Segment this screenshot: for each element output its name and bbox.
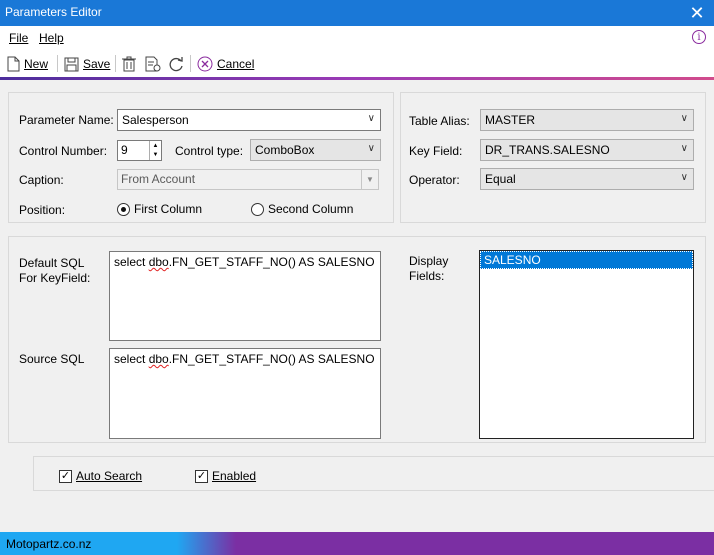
toolbar-separator bbox=[115, 55, 116, 72]
default-sql-label-line1: Default SQL bbox=[19, 256, 85, 270]
default-sql-dbo: dbo bbox=[148, 255, 169, 269]
status-bar: Motopartz.co.nz bbox=[0, 532, 714, 555]
source-sql-dbo: dbo bbox=[148, 352, 169, 366]
save-icon bbox=[64, 57, 79, 71]
control-type-select[interactable]: ComboBox ∨ bbox=[250, 139, 381, 161]
source-sql-label: Source SQL bbox=[19, 352, 85, 366]
list-item[interactable]: SALESNO bbox=[480, 251, 693, 269]
cancel-icon bbox=[197, 56, 213, 72]
menu-bar: File Help i bbox=[0, 26, 714, 50]
second-column-label: Second Column bbox=[268, 202, 354, 216]
operator-select[interactable]: Equal ∨ bbox=[480, 168, 694, 190]
chevron-down-icon: ∨ bbox=[680, 143, 688, 154]
save-label: Save bbox=[83, 57, 111, 71]
radio-selected-icon bbox=[117, 202, 130, 216]
control-type-value: ComboBox bbox=[255, 143, 315, 157]
position-label: Position: bbox=[19, 203, 66, 217]
spin-buttons[interactable]: ▲ ▼ bbox=[149, 141, 161, 160]
first-column-label: First Column bbox=[134, 202, 203, 216]
enabled-label: Enabled bbox=[212, 469, 257, 483]
key-field-label: Key Field: bbox=[409, 144, 463, 158]
info-icon[interactable]: i bbox=[692, 30, 706, 44]
default-sql-label-line2: For KeyField: bbox=[19, 271, 91, 285]
menu-file[interactable]: File bbox=[9, 31, 28, 45]
second-column-radio[interactable]: Second Column bbox=[251, 202, 353, 216]
default-sql-textarea[interactable]: select dbo.FN_GET_STAFF_NO() AS SALESNO bbox=[109, 251, 381, 341]
key-field-value: DR_TRANS.SALESNO bbox=[485, 143, 610, 157]
save-button[interactable]: Save bbox=[64, 54, 110, 74]
control-number-value: 9 bbox=[121, 143, 128, 157]
close-icon[interactable]: ✕ bbox=[680, 0, 714, 26]
display-fields-label-line1: Display bbox=[409, 254, 449, 268]
radio-unselected-icon bbox=[251, 202, 264, 216]
auto-search-checkbox[interactable]: ✓ Auto Search bbox=[59, 469, 142, 483]
checkmark-icon: ✓ bbox=[195, 469, 208, 483]
display-fields-label-line2: Fields: bbox=[409, 269, 445, 283]
delete-button[interactable] bbox=[122, 54, 136, 74]
display-fields-list[interactable]: SALESNO bbox=[479, 250, 694, 439]
menu-file-label: File bbox=[9, 31, 29, 45]
toolbar-separator bbox=[57, 55, 58, 72]
auto-search-label: Auto Search bbox=[76, 469, 143, 483]
toolbar: New Save Cancel bbox=[0, 50, 714, 77]
key-field-select[interactable]: DR_TRANS.SALESNO ∨ bbox=[480, 139, 694, 161]
table-alias-select[interactable]: MASTER ∨ bbox=[480, 109, 694, 131]
source-sql-textarea[interactable]: select dbo.FN_GET_STAFF_NO() AS SALESNO bbox=[109, 348, 381, 439]
chevron-down-icon: ∨ bbox=[367, 113, 375, 124]
operator-value: Equal bbox=[485, 172, 516, 186]
new-label: New bbox=[24, 57, 49, 71]
source-sql-prefix: select bbox=[114, 352, 149, 366]
window-title: Parameters Editor bbox=[5, 5, 102, 19]
properties-button[interactable] bbox=[145, 54, 161, 74]
control-type-label: Control type: bbox=[175, 144, 244, 158]
menu-help-label: Help bbox=[39, 31, 64, 45]
refresh-icon bbox=[169, 57, 183, 72]
document-settings-icon bbox=[145, 56, 161, 72]
source-sql-rest: .FN_GET_STAFF_NO() AS SALESNO bbox=[168, 352, 375, 366]
default-sql-rest: .FN_GET_STAFF_NO() AS SALESNO bbox=[168, 255, 375, 269]
parameter-name-combo[interactable]: Salesperson ∨ bbox=[117, 109, 381, 131]
cancel-label: Cancel bbox=[217, 57, 255, 71]
chevron-down-icon: ∨ bbox=[367, 143, 375, 154]
dropdown-arrow-icon: ▼ bbox=[361, 170, 378, 189]
spin-up-icon[interactable]: ▲ bbox=[150, 141, 161, 150]
operator-label: Operator: bbox=[409, 173, 460, 187]
caption-label: Caption: bbox=[19, 173, 64, 187]
toolbar-separator bbox=[190, 55, 191, 72]
title-bar: Parameters Editor ✕ bbox=[0, 0, 714, 26]
site-label: Motopartz.co.nz bbox=[0, 532, 236, 555]
spin-down-icon[interactable]: ▼ bbox=[150, 150, 161, 159]
caption-select[interactable]: From Account ▼ bbox=[117, 169, 379, 190]
new-document-icon bbox=[7, 56, 20, 72]
enabled-checkbox[interactable]: ✓ Enabled bbox=[195, 469, 256, 483]
table-alias-label: Table Alias: bbox=[409, 114, 470, 128]
trash-icon bbox=[122, 56, 136, 72]
first-column-radio[interactable]: First Column bbox=[117, 202, 202, 216]
toolbar-accent-line bbox=[0, 77, 714, 80]
control-number-stepper[interactable]: 9 ▲ ▼ bbox=[117, 140, 162, 161]
control-number-label: Control Number: bbox=[19, 144, 108, 158]
chevron-down-icon: ∨ bbox=[680, 172, 688, 183]
menu-help[interactable]: Help bbox=[39, 31, 64, 45]
checkmark-icon: ✓ bbox=[59, 469, 72, 483]
caption-value: From Account bbox=[121, 172, 196, 186]
refresh-button[interactable] bbox=[167, 54, 185, 74]
new-button[interactable]: New bbox=[7, 54, 48, 74]
parameter-name-label: Parameter Name: bbox=[19, 113, 114, 127]
chevron-down-icon: ∨ bbox=[680, 113, 688, 124]
default-sql-prefix: select bbox=[114, 255, 149, 269]
parameter-name-value: Salesperson bbox=[122, 113, 189, 127]
cancel-button[interactable]: Cancel bbox=[197, 54, 254, 74]
table-alias-value: MASTER bbox=[485, 113, 536, 127]
